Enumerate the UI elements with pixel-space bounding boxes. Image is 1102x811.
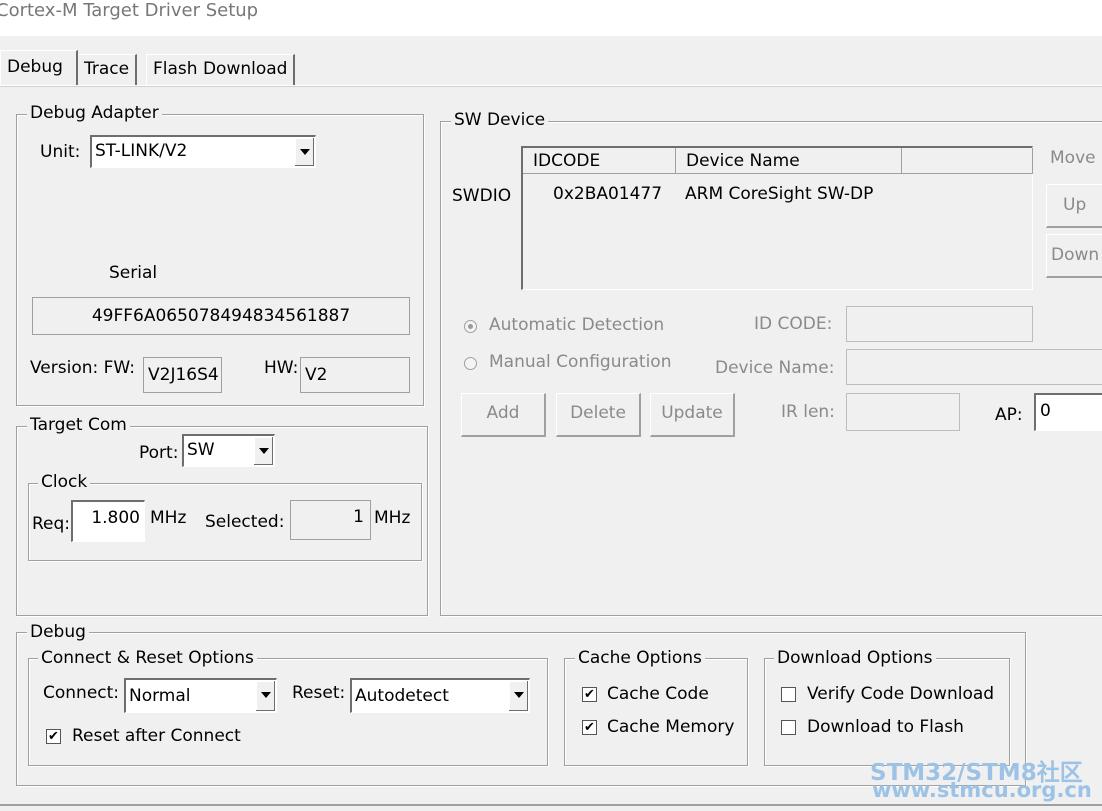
title-bar: Cortex-M Target Driver Setup xyxy=(0,0,1102,36)
port-label: Port: xyxy=(139,443,179,463)
window-title: Cortex-M Target Driver Setup xyxy=(0,0,259,21)
sw-device-legend: SW Device xyxy=(451,110,549,130)
cache-options-legend: Cache Options xyxy=(575,648,705,668)
cache-code-checkbox[interactable]: ✔ xyxy=(582,687,597,702)
verify-code-download-label: Verify Code Download xyxy=(807,684,995,704)
reset-select[interactable]: Autodetect xyxy=(350,678,530,713)
device-name-label: Device Name: xyxy=(715,358,835,378)
selected-field: 1 xyxy=(290,500,371,540)
cache-options-group xyxy=(564,658,748,766)
chevron-down-icon[interactable] xyxy=(253,437,273,465)
reset-label: Reset: xyxy=(292,683,346,703)
empty-column-header xyxy=(902,148,1033,174)
ap-input[interactable]: 0 xyxy=(1034,393,1102,431)
port-value: SW xyxy=(187,440,215,460)
hw-version-field: V2 xyxy=(300,357,410,393)
target-com-legend: Target Com xyxy=(27,415,130,435)
fw-version-field: V2J16S4 xyxy=(143,357,222,393)
tab-panel-border-shadow xyxy=(0,86,1102,87)
connect-label: Connect: xyxy=(43,683,120,703)
tab-flash-download[interactable]: Flash Download xyxy=(146,54,296,85)
req-unit: MHz xyxy=(150,508,187,528)
selected-unit: MHz xyxy=(374,508,411,528)
sw-device-list[interactable]: IDCODE Device Name 0x2BA01477 ARM CoreSi… xyxy=(521,146,1033,290)
debug-adapter-legend: Debug Adapter xyxy=(27,103,162,123)
cache-code-label: Cache Code xyxy=(607,684,709,704)
download-options-group xyxy=(764,658,1010,766)
download-options-legend: Download Options xyxy=(774,648,936,668)
row-device-name[interactable]: ARM CoreSight SW-DP xyxy=(685,184,873,204)
automatic-detection-label: Automatic Detection xyxy=(489,315,665,335)
idcode-label: ID CODE: xyxy=(754,314,833,334)
connect-reset-legend: Connect & Reset Options xyxy=(38,648,257,668)
chevron-down-icon[interactable] xyxy=(294,138,314,166)
tab-strip: Debug Trace Flash Download xyxy=(0,36,1102,86)
watermark-url: www.stmcu.org.cn xyxy=(872,778,1092,802)
serial-field: 49FF6A065078494834561887 xyxy=(32,297,410,335)
verify-code-download-checkbox[interactable] xyxy=(781,687,796,702)
device-name-input[interactable] xyxy=(846,349,1102,385)
irlen-label: IR len: xyxy=(781,402,835,422)
tab-debug[interactable]: Debug xyxy=(0,50,78,85)
dialog-bottom-border xyxy=(0,804,1102,806)
idcode-column-header[interactable]: IDCODE xyxy=(523,148,676,174)
tab-trace[interactable]: Trace xyxy=(77,54,138,85)
delete-button[interactable]: Delete xyxy=(556,393,641,437)
selected-label: Selected: xyxy=(205,512,285,532)
port-select[interactable]: SW xyxy=(182,434,275,467)
move-label: Move xyxy=(1050,148,1096,168)
cache-memory-label: Cache Memory xyxy=(607,717,735,737)
version-fw-label: Version: FW: xyxy=(30,358,135,378)
reset-value: Autodetect xyxy=(355,686,449,706)
chevron-down-icon[interactable] xyxy=(255,681,275,711)
download-to-flash-checkbox[interactable] xyxy=(781,720,796,735)
hw-label: HW: xyxy=(264,358,299,378)
reset-after-connect-checkbox[interactable]: ✔ xyxy=(46,729,61,744)
move-down-button[interactable]: Down xyxy=(1046,234,1102,278)
connect-value: Normal xyxy=(129,686,191,706)
update-button[interactable]: Update xyxy=(650,393,735,437)
clock-legend: Clock xyxy=(38,472,91,492)
debug-legend: Debug xyxy=(27,622,89,642)
ap-label: AP: xyxy=(995,405,1023,425)
automatic-detection-radio[interactable] xyxy=(464,320,477,333)
manual-configuration-label: Manual Configuration xyxy=(489,352,672,372)
chevron-down-icon[interactable] xyxy=(508,681,528,711)
add-button[interactable]: Add xyxy=(461,393,546,437)
unit-select[interactable]: ST-LINK/V2 xyxy=(90,135,316,168)
download-to-flash-label: Download to Flash xyxy=(807,717,964,737)
idcode-input[interactable] xyxy=(846,306,1033,342)
irlen-input[interactable] xyxy=(846,393,960,431)
cache-memory-checkbox[interactable]: ✔ xyxy=(582,720,597,735)
manual-configuration-radio[interactable] xyxy=(464,357,477,370)
move-up-button[interactable]: Up xyxy=(1046,184,1102,228)
swdio-label: SWDIO xyxy=(452,186,512,206)
device-name-column-header[interactable]: Device Name xyxy=(676,148,902,174)
unit-label: Unit: xyxy=(40,142,81,162)
reset-after-connect-label: Reset after Connect xyxy=(72,726,241,746)
connect-select[interactable]: Normal xyxy=(124,678,277,713)
row-idcode[interactable]: 0x2BA01477 xyxy=(553,184,662,204)
req-input[interactable]: 1.800 xyxy=(71,500,145,542)
unit-value: ST-LINK/V2 xyxy=(95,141,188,161)
serial-label: Serial xyxy=(109,263,158,283)
req-label: Req: xyxy=(32,514,71,534)
